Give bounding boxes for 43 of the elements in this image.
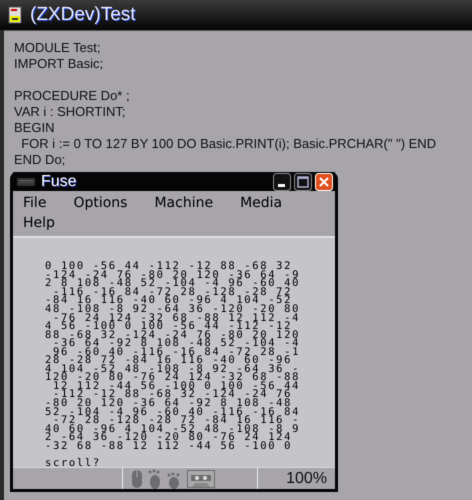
screen-line: -124 -24 76 -80 20 120 -36 64 -9 <box>45 270 302 280</box>
code-line: VAR i : SHORTINT; <box>14 104 126 119</box>
menu-item[interactable]: File <box>23 193 46 214</box>
maximize-icon[interactable] <box>294 172 312 191</box>
code-line: IMPORT Basic; <box>14 56 104 71</box>
screen-line: 4 56 -100 0 100 -56 44 -112 -12 <box>45 322 292 331</box>
menu-item[interactable]: Options <box>73 193 128 214</box>
screen-line: 2 8 108 -48 52 -104 -4 96 -60 40 <box>45 279 302 288</box>
menu-item[interactable]: Help <box>23 213 55 234</box>
screen-line: -84 16 116 -40 60 -96 4 104 -52 <box>45 296 292 305</box>
screen-line: -80 20 120 -36 64 -92 8 108 -48 <box>45 399 292 408</box>
screen-line: 0 100 -56 44 -112 -12 88 -68 32 <box>45 262 292 271</box>
screen-line: -116 -16 84 -72 28 -128 -28 72 <box>52 288 292 296</box>
code-line: BEGIN <box>14 120 54 135</box>
screen-line: 120 -20 80 -76 24 124 -32 68 -88 <box>45 373 302 382</box>
minimize-icon[interactable] <box>273 172 291 191</box>
screen-line: 4 104 -52 48 -108 -8 92 -64 36 - <box>45 364 302 374</box>
scroll-prompt: scroll? <box>45 458 102 468</box>
window-title: Fuse <box>41 172 77 191</box>
code-line: FOR i := 0 TO 127 BY 100 DO Basic.PRINT(i); Basic.PRCHAR(" ") END <box>20 136 436 151</box>
window-title: (ZXDev)Test <box>30 4 136 26</box>
screen-line: -112 -12 88 -68 32 -124 -24 76 <box>52 390 292 399</box>
screen-line: 96 -60 40 -116 -16 84 -72 28 -1 <box>52 348 302 356</box>
screen-line: 40 60 -96 4 104 -52 48 -108 -8 9 <box>45 424 302 434</box>
screen-line: -76 24 124 -32 68 -88 12 112 -4 <box>52 314 302 322</box>
zoom-level: 100% <box>286 470 327 488</box>
screen-line: -72 28 -128 -28 72 -84 16 116 - <box>52 416 302 425</box>
menu-item[interactable]: Media <box>240 193 282 214</box>
screen-line: -32 68 -88 12 112 -44 56 -100 0 <box>45 442 294 450</box>
code-line: END Do; <box>14 152 66 167</box>
computer-icon <box>17 176 35 187</box>
code-line: PROCEDURE Do* ; <box>14 88 130 103</box>
screen-line: 52 -104 -4 96 -60 40 -116 -16 84 <box>45 408 302 416</box>
app-icon <box>8 6 22 24</box>
code-line: MODULE Test; <box>14 40 100 55</box>
screen-line: 48 -108 -8 92 -64 36 -120 -20 80 <box>45 304 302 314</box>
screen-line: 2 -64 36 -120 -20 80 -76 24 124 <box>45 433 292 442</box>
screen-line: -36 64 -92 8 108 -48 52 -104 -4 <box>52 339 302 348</box>
close-icon[interactable] <box>315 172 333 191</box>
menu-item[interactable]: Machine <box>154 193 214 214</box>
screen-line: 28 -28 72 -84 16 116 -40 60 -96 <box>45 356 292 365</box>
screen-line: 88 -68 32 -124 -24 76 -80 20 120 <box>45 330 302 340</box>
screen-line: 12 112 -44 56 -100 0 100 -56 44 <box>52 382 302 390</box>
